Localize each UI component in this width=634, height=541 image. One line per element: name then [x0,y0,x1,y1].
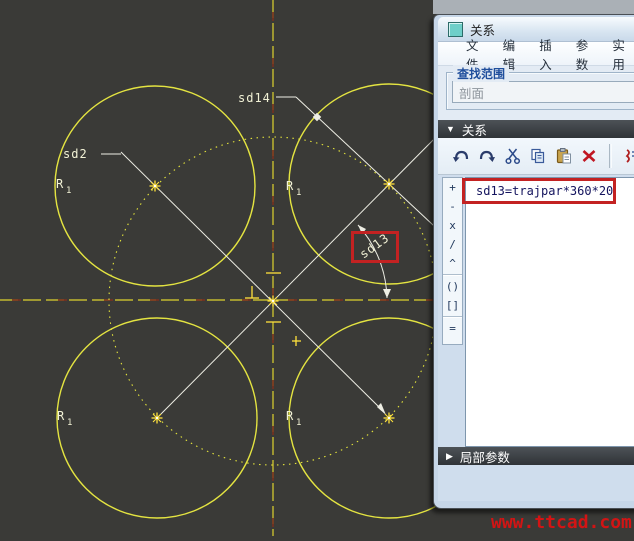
sd13-dimension-label-text[interactable]: sd13 [357,231,392,262]
sd2-dimension-label[interactable]: sd2 [63,147,88,161]
operator-separator [443,274,462,276]
more-button[interactable] [622,144,634,168]
operator-equals-button[interactable]: = [443,319,462,338]
operator-plus-button[interactable]: + [443,178,462,197]
dialog-menubar: 文件 编辑 插入 参数 实用 [438,42,634,66]
operator-power-button[interactable]: ^ [443,254,462,273]
more-icon [623,147,634,165]
find-scope-groupbox: 查找范围 剖面 [446,72,634,110]
point-marker[interactable] [150,181,161,192]
redo-button[interactable] [478,144,497,168]
operator-brackets-button[interactable]: [] [443,296,462,315]
local-params-section-label: 局部参数 [460,447,510,466]
radius-label-bottom-left[interactable]: R 1 [57,409,72,428]
relations-workarea: + - x / ^ () [] = sd13=trajpar*360*20 [438,175,634,447]
point-marker[interactable] [384,179,395,190]
operator-parentheses-button[interactable]: () [443,277,462,296]
svg-text:R: R [286,179,294,193]
find-scope-field[interactable]: 剖面 [452,81,634,103]
chevron-down-icon: ▼ [446,125,455,134]
diagonal-line-nw-se [121,152,386,415]
point-marker[interactable] [384,413,395,424]
svg-text:R: R [286,409,294,423]
delete-button[interactable] [580,144,599,168]
radius-label-top-left[interactable]: R 1 [56,177,71,196]
sd13-annotation-box: sd13 [351,231,399,263]
find-scope-label: 查找范围 [453,65,509,82]
chevron-right-icon: ▶ [446,452,453,461]
undo-button[interactable] [452,144,471,168]
watermark-text: www.ttcad.com [491,512,632,533]
paste-button[interactable] [554,144,573,168]
sd14-leader [276,97,448,239]
find-scope-panel: 查找范围 剖面 [438,66,634,120]
toolbar-separator [609,144,613,168]
copy-icon [529,147,547,165]
svg-text:1: 1 [67,418,72,428]
operator-divide-button[interactable]: / [443,235,462,254]
menu-utilities[interactable]: 实用 [604,33,634,75]
svg-text:1: 1 [66,186,71,196]
redo-icon [478,147,496,165]
cut-icon [504,147,522,165]
dialog-bottom-space [438,465,634,501]
paste-icon [555,147,573,165]
relations-toolbar [438,138,634,175]
sd14-dimension-label[interactable]: sd14 [238,91,271,105]
radius-label-bottom-right[interactable]: R 1 [286,409,301,428]
relations-dialog: 关系 文件 编辑 插入 参数 实用 查找范围 剖面 ▼ 关系 [433,14,634,509]
relations-section-label: 关系 [462,120,487,139]
cut-button[interactable] [503,144,522,168]
copy-button[interactable] [529,144,548,168]
svg-text:R: R [57,409,65,423]
operator-column: + - x / ^ () [] = [442,177,463,345]
radius-label-top-right[interactable]: R 1 [286,179,301,198]
svg-text:R: R [56,177,64,191]
point-marker[interactable] [152,413,163,424]
relations-section-header[interactable]: ▼ 关系 [438,120,634,138]
diagonal-line-sw-ne [157,121,452,418]
point-marker-center[interactable] [268,296,279,307]
svg-text:1: 1 [296,188,301,198]
menu-insert[interactable]: 插入 [531,33,568,75]
relation-text: sd13=trajpar*360*20 [476,184,613,198]
text-caret [614,184,615,197]
operator-minus-button[interactable]: - [443,197,462,216]
delete-icon [580,147,598,165]
operator-separator [443,316,462,318]
relation-text-editor[interactable]: sd13=trajpar*360*20 [465,177,634,447]
undo-icon [452,147,470,165]
svg-text:1: 1 [296,418,301,428]
relation-text-line[interactable]: sd13=trajpar*360*20 [476,184,615,198]
local-params-section-header[interactable]: ▶ 局部参数 [438,447,634,465]
menu-parameters[interactable]: 参数 [568,33,605,75]
operator-multiply-button[interactable]: x [443,216,462,235]
parent-window-edge [433,0,634,14]
